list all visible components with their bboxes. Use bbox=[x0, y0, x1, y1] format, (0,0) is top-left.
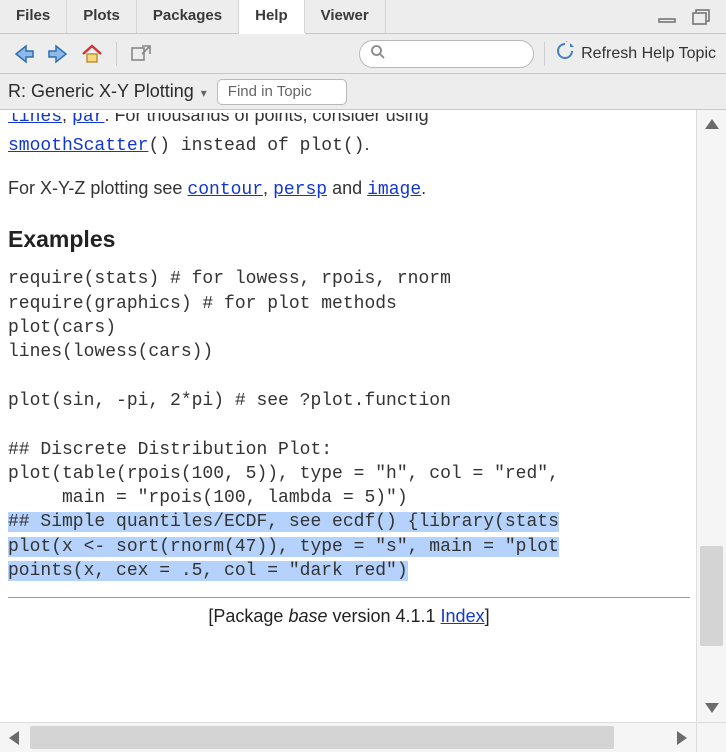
refresh-help-topic-button[interactable]: Refresh Help Topic bbox=[555, 41, 716, 66]
back-button[interactable] bbox=[10, 40, 38, 68]
maximize-icon[interactable] bbox=[688, 3, 716, 31]
xyz-line: For X-Y-Z plotting see contour, persp an… bbox=[8, 176, 690, 202]
find-in-topic-input[interactable]: Find in Topic bbox=[217, 79, 347, 105]
toolbar-separator bbox=[116, 42, 117, 66]
vertical-scroll-thumb[interactable] bbox=[700, 546, 723, 646]
code-block[interactable]: require(stats) # for lowess, rpois, rnor… bbox=[8, 267, 690, 510]
partial-line: lines, par. For thousands of points, con… bbox=[8, 110, 690, 127]
tab-files[interactable]: Files bbox=[0, 0, 67, 33]
chevron-down-icon: ▾ bbox=[201, 86, 207, 100]
search-icon bbox=[370, 44, 386, 63]
tab-help[interactable]: Help bbox=[239, 0, 305, 34]
link-lines[interactable]: lines bbox=[8, 113, 62, 127]
tab-viewer[interactable]: Viewer bbox=[305, 0, 386, 33]
forward-button[interactable] bbox=[44, 40, 72, 68]
link-smoothscatter[interactable]: smoothScatter bbox=[8, 136, 148, 156]
home-button[interactable] bbox=[78, 40, 106, 68]
pane-tabbar: Files Plots Packages Help Viewer bbox=[0, 0, 726, 34]
scroll-up-arrow[interactable] bbox=[697, 110, 726, 138]
help-search-box[interactable] bbox=[359, 40, 534, 68]
examples-heading: Examples bbox=[8, 224, 690, 255]
package-footer: [Package base version 4.1.1 Index] bbox=[8, 604, 690, 628]
help-topic-title: R: Generic X-Y Plotting bbox=[8, 81, 194, 101]
smoothscatter-line: smoothScatter() instead of plot(). bbox=[8, 132, 690, 158]
link-image[interactable]: image bbox=[367, 180, 421, 200]
scroll-down-arrow[interactable] bbox=[697, 694, 726, 722]
help-viewport: lines, par. For thousands of points, con… bbox=[0, 110, 726, 752]
refresh-label: Refresh Help Topic bbox=[581, 45, 716, 63]
pane-window-controls bbox=[654, 0, 726, 33]
divider bbox=[8, 597, 690, 598]
help-topic-dropdown[interactable]: R: Generic X-Y Plotting ▾ bbox=[6, 81, 207, 102]
toolbar-separator-2 bbox=[544, 42, 545, 66]
scroll-right-arrow[interactable] bbox=[668, 723, 696, 752]
scroll-corner bbox=[696, 722, 726, 752]
tab-plots[interactable]: Plots bbox=[67, 0, 137, 33]
help-content[interactable]: lines, par. For thousands of points, con… bbox=[0, 110, 696, 722]
help-toolbar: Refresh Help Topic bbox=[0, 34, 726, 74]
link-index[interactable]: Index bbox=[441, 606, 485, 626]
vertical-scrollbar[interactable] bbox=[696, 110, 726, 722]
help-search-input[interactable] bbox=[392, 45, 523, 63]
scroll-left-arrow[interactable] bbox=[0, 723, 28, 752]
code-block-selected[interactable]: ## Simple quantiles/ECDF, see ecdf() {li… bbox=[8, 510, 690, 583]
refresh-icon bbox=[555, 41, 575, 66]
minimize-icon[interactable] bbox=[654, 3, 682, 31]
popout-button[interactable] bbox=[127, 40, 155, 68]
help-topic-bar: R: Generic X-Y Plotting ▾ Find in Topic bbox=[0, 74, 726, 110]
link-par[interactable]: par bbox=[72, 113, 104, 127]
link-persp[interactable]: persp bbox=[273, 180, 327, 200]
horizontal-scroll-thumb[interactable] bbox=[30, 726, 614, 749]
link-contour[interactable]: contour bbox=[187, 180, 263, 200]
horizontal-scrollbar[interactable] bbox=[0, 722, 696, 752]
tab-packages[interactable]: Packages bbox=[137, 0, 239, 33]
